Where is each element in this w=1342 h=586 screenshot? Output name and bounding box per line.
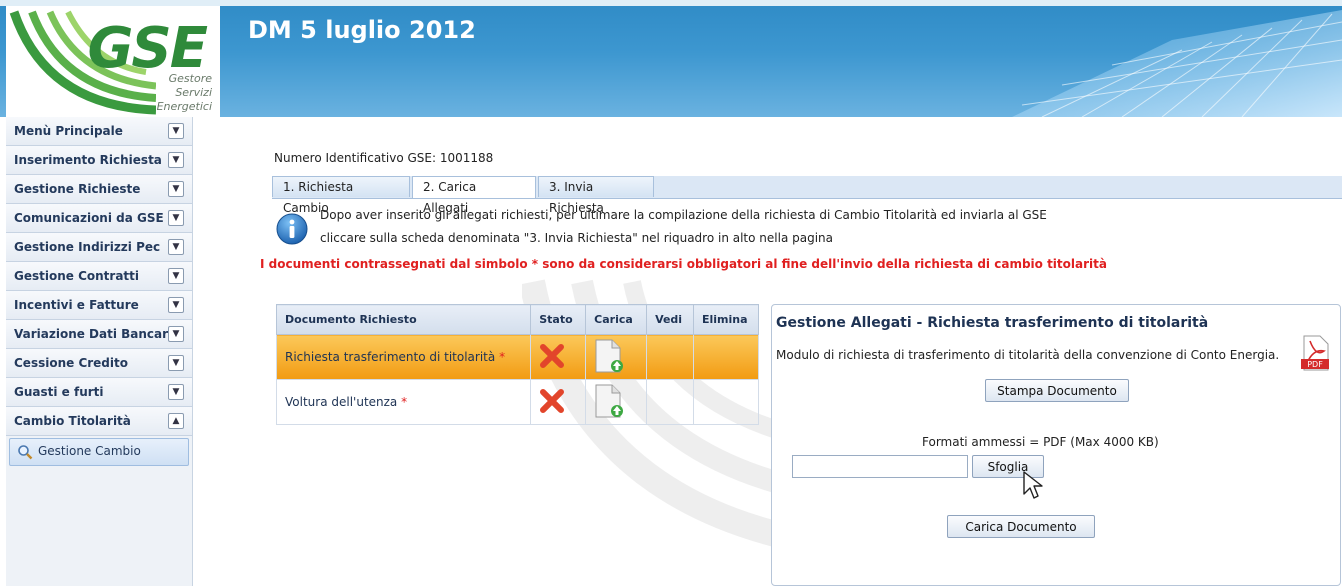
column-header-stato: Stato <box>530 304 587 335</box>
chevron-down-icon[interactable]: ▼ <box>168 268 184 284</box>
required-marker: * <box>499 350 506 364</box>
mouse-pointer-icon <box>1023 471 1043 499</box>
identifier-label: Numero Identificativo GSE: 1001188 <box>274 151 494 165</box>
delete-cell <box>693 334 759 380</box>
file-path-input[interactable] <box>792 455 968 478</box>
header-banner: GSE Gestore Servizi Energetici DM 5 lugl… <box>0 0 1342 117</box>
sidebar-item-gestione-richieste[interactable]: Gestione Richieste ▼ <box>6 175 192 204</box>
logo-subtitle-1: Gestore <box>168 72 212 85</box>
sidebar-item-menu-principale[interactable]: Menù Principale ▼ <box>6 117 192 146</box>
chevron-down-icon[interactable]: ▼ <box>168 239 184 255</box>
panel-description: Modulo di richiesta di trasferimento di … <box>776 348 1280 362</box>
column-header-carica: Carica <box>585 304 648 335</box>
sidebar-item-label: Variazione Dati Bancari <box>14 327 173 341</box>
chevron-down-icon[interactable]: ▼ <box>168 210 184 226</box>
sidebar-subitem-gestione-cambio[interactable]: Gestione Cambio <box>9 438 189 466</box>
sidebar-subitem-label: Gestione Cambio <box>38 444 141 458</box>
info-text-line-2: cliccare sulla scheda denominata "3. Inv… <box>320 231 833 245</box>
upload-cell <box>585 334 648 380</box>
table-header-row: Documento Richiesto Stato Carica Vedi El… <box>275 304 759 335</box>
document-name-cell: Richiesta trasferimento di titolarità * <box>275 334 532 380</box>
upload-document-icon[interactable] <box>594 384 624 418</box>
tab-carica-allegati[interactable]: 2. Carica Allegati <box>412 176 536 215</box>
chevron-down-icon[interactable]: ▼ <box>168 123 184 139</box>
chevron-down-icon[interactable]: ▼ <box>168 326 184 342</box>
sidebar-item-label: Gestione Contratti <box>14 269 140 283</box>
print-document-button[interactable]: Stampa Documento <box>985 379 1129 402</box>
info-icon <box>276 213 308 245</box>
logo-subtitle-2: Servizi <box>175 86 212 99</box>
sidebar-item-gestione-contratti[interactable]: Gestione Contratti ▼ <box>6 262 192 291</box>
required-documents-warning: I documenti contrassegnati dal simbolo *… <box>260 257 1107 271</box>
sidebar-item-label: Incentivi e Fatture <box>14 298 139 312</box>
column-header-elimina: Elimina <box>693 304 759 335</box>
sidebar-item-cessione-credito[interactable]: Cessione Credito ▼ <box>6 349 192 378</box>
solar-panels-graphic <box>1012 10 1342 117</box>
sidebar-item-label: Gestione Richieste <box>14 182 141 196</box>
sidebar-item-label: Guasti e furti <box>14 385 104 399</box>
view-cell <box>646 379 694 425</box>
sidebar-menu: Menù Principale ▼ Inserimento Richiesta … <box>6 117 193 586</box>
sidebar-item-guasti-furti[interactable]: Guasti e furti ▼ <box>6 378 192 407</box>
document-name: Voltura dell'utenza <box>285 395 398 409</box>
sidebar-item-comunicazioni[interactable]: Comunicazioni da GSE ▼ <box>6 204 192 233</box>
panel-title: Gestione Allegati - Richiesta trasferime… <box>776 315 1209 331</box>
pdf-icon-label: PDF <box>1307 360 1323 369</box>
document-name: Richiesta trasferimento di titolarità <box>285 350 496 364</box>
tab-bar: 1. Richiesta Cambio 2. Carica Allegati 3… <box>272 176 1342 215</box>
status-cell <box>530 379 587 425</box>
missing-x-icon <box>540 343 565 368</box>
upload-document-button[interactable]: Carica Documento <box>947 515 1095 538</box>
chevron-down-icon[interactable]: ▼ <box>168 384 184 400</box>
chevron-down-icon[interactable]: ▼ <box>168 152 184 168</box>
table-row[interactable]: Richiesta trasferimento di titolarità * <box>275 334 759 380</box>
page-title: DM 5 luglio 2012 <box>248 16 476 44</box>
info-text-line-1: Dopo aver inserito gli allegati richiest… <box>320 208 1047 222</box>
sidebar-item-label: Gestione Indirizzi Pec <box>14 240 161 254</box>
sidebar-item-label: Comunicazioni da GSE <box>14 211 164 225</box>
chevron-down-icon[interactable]: ▼ <box>168 355 184 371</box>
chevron-down-icon[interactable]: ▼ <box>168 181 184 197</box>
sidebar-item-inserimento-richiesta[interactable]: Inserimento Richiesta ▼ <box>6 146 192 175</box>
attachments-panel: Gestione Allegati - Richiesta trasferime… <box>771 304 1341 586</box>
pdf-icon[interactable]: PDF <box>1300 335 1330 371</box>
missing-x-icon <box>540 388 565 413</box>
document-name-cell: Voltura dell'utenza * <box>275 379 532 425</box>
sidebar-item-label: Cambio Titolarità <box>14 414 131 428</box>
sidebar-item-indirizzi-pec[interactable]: Gestione Indirizzi Pec ▼ <box>6 233 192 262</box>
search-icon <box>18 445 33 460</box>
logo-subtitle-3: Energetici <box>156 100 212 113</box>
column-header-documento: Documento Richiesto <box>275 304 532 335</box>
sidebar-item-label: Inserimento Richiesta <box>14 153 162 167</box>
chevron-down-icon[interactable]: ▼ <box>168 297 184 313</box>
column-header-vedi: Vedi <box>646 304 694 335</box>
upload-document-icon[interactable] <box>594 339 624 373</box>
documents-table: Documento Richiesto Stato Carica Vedi El… <box>275 304 759 425</box>
sidebar-item-incentivi-fatture[interactable]: Incentivi e Fatture ▼ <box>6 291 192 320</box>
upload-cell <box>585 379 648 425</box>
required-marker: * <box>401 395 408 409</box>
delete-cell <box>693 379 759 425</box>
sidebar-item-cambio-titolarita[interactable]: Cambio Titolarità ▲ <box>6 407 192 436</box>
view-cell <box>646 334 694 380</box>
tab-richiesta-cambio[interactable]: 1. Richiesta Cambio <box>272 176 410 215</box>
tab-invia-richiesta[interactable]: 3. Invia Richiesta <box>538 176 654 215</box>
sidebar-item-label: Cessione Credito <box>14 356 128 370</box>
chevron-up-icon[interactable]: ▲ <box>168 413 184 429</box>
main-content: Numero Identificativo GSE: 1001188 1. Ri… <box>192 117 1342 586</box>
sidebar-item-variazione-dati-bancari[interactable]: Variazione Dati Bancari ▼ <box>6 320 192 349</box>
status-cell <box>530 334 587 380</box>
allowed-formats-text: Formati ammessi = PDF (Max 4000 KB) <box>922 435 1159 449</box>
table-row[interactable]: Voltura dell'utenza * <box>275 379 759 425</box>
sidebar-item-label: Menù Principale <box>14 124 123 138</box>
gse-logo[interactable]: GSE Gestore Servizi Energetici <box>6 6 220 117</box>
